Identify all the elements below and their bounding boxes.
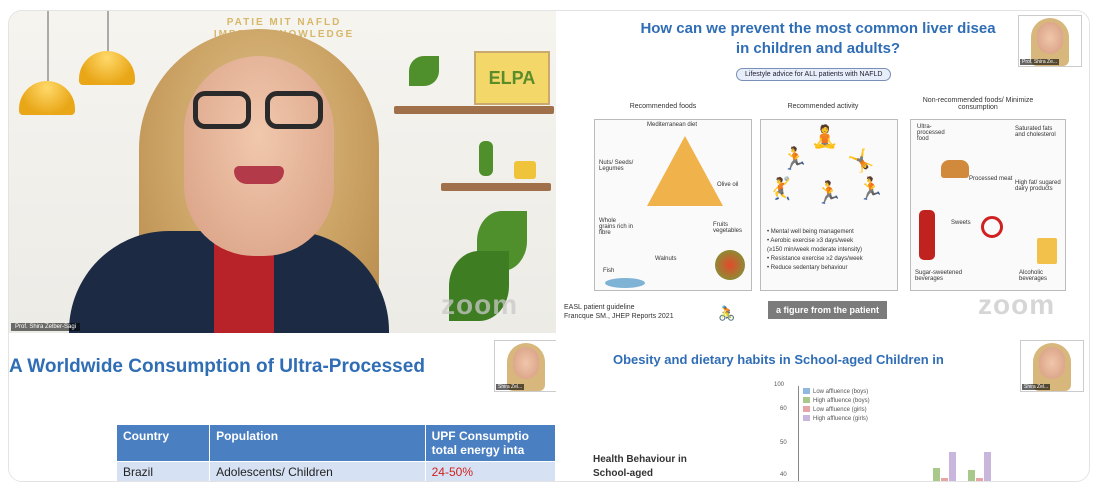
cell-population: Adolescents/ Children [209, 461, 426, 481]
pendant-lamp [79, 51, 135, 85]
cell-country: Brazil [115, 461, 211, 481]
wall-shelf [394, 106, 554, 114]
shared-slide-liver[interactable]: How can we prevent the most common liver… [558, 11, 1089, 333]
bar [949, 452, 956, 481]
speaker-glasses [189, 91, 329, 131]
participant-name-tag: Prof. Shira Zelber-Sagi [11, 323, 81, 331]
bar [984, 452, 991, 481]
lamp-cord [107, 11, 109, 51]
shared-slide-obesity[interactable]: Obesity and dietary habits in School-age… [558, 338, 1089, 481]
elpa-logo: ELPA [474, 51, 550, 105]
citation: EASL patient guideline Francque SM., JHE… [564, 304, 674, 320]
zoom-watermark: zoom [978, 289, 1056, 320]
recommended-activity-box: 🧘 🏃 🤸 🤾 🏃 🏃 • Mental well being manageme… [760, 119, 898, 291]
y-tick: 40 [780, 472, 787, 478]
table-header-row: Country Population UPF Consumptio total … [115, 424, 556, 462]
bar [933, 468, 940, 481]
speaker-video-tile[interactable]: PATIE MIT NAFLD IMPROV KNOWLEDGE 022 ELP… [9, 11, 556, 333]
col-population: Population [209, 424, 426, 462]
mug [514, 161, 536, 179]
bicycle-icon: 🚴 [718, 305, 736, 321]
cell-upf: 24-50% [424, 461, 556, 481]
beer-image [1037, 238, 1057, 264]
y-axis [798, 386, 799, 481]
table-row: Brazil Adolescents/ Children 24-50% [115, 461, 556, 481]
health-behaviour-label: Health Behaviour in School-aged [593, 454, 687, 479]
presenter-thumbnail[interactable]: Shira Zel... [1020, 340, 1084, 392]
zoom-gallery: PATIE MIT NAFLD IMPROV KNOWLEDGE 022 ELP… [8, 10, 1090, 482]
slide-title: Obesity and dietary habits in School-age… [613, 352, 944, 367]
col-head-recommended-activity: Recommended activity [787, 103, 859, 110]
y-tick: 100 [774, 382, 785, 388]
lifestyle-pill: Lifestyle advice for ALL patients with N… [736, 68, 892, 81]
speaker-mouth [234, 166, 284, 184]
recommended-foods-box: Mediterranean diet Nuts/ Seeds/ Legumes … [594, 119, 752, 291]
plant [409, 56, 439, 86]
wall-shelf [441, 183, 551, 191]
non-recommended-box: Ultra-processed food Saturated fats and … [910, 119, 1066, 291]
no-smoking-icon [981, 216, 1003, 238]
y-tick: 60 [780, 406, 787, 412]
slide-title: How can we prevent the most common liver… [640, 20, 996, 57]
col-upf: UPF Consumptio total energy inta [424, 424, 556, 462]
zoom-watermark: zoom [441, 289, 519, 320]
lamp-cord [47, 11, 49, 81]
fish-image [605, 278, 645, 288]
figure-from-patient-label: a figure from the patient [768, 301, 888, 319]
vegetables-image [715, 250, 745, 280]
activity-list: • Mental well being management • Aerobic… [767, 229, 863, 271]
col-head-non-recommended: Non-recommended foods/ Minimize consumpt… [922, 97, 1034, 111]
burger-image [941, 160, 969, 178]
food-pyramid [647, 136, 723, 206]
soda-bottle [919, 210, 935, 260]
presenter-thumbnail[interactable]: Prof. Shira Ze... [1018, 15, 1082, 67]
col-country: Country [115, 424, 211, 462]
presenter-thumbnail[interactable]: Shira Zel... [494, 340, 556, 392]
cactus [479, 141, 493, 176]
bar [968, 470, 975, 481]
speaker-face [184, 56, 334, 256]
pendant-lamp [19, 81, 75, 115]
obesity-chart: 100 60 50 40 Low affluence (boys) High a… [768, 378, 998, 481]
y-tick: 50 [780, 440, 787, 446]
slide-title: A Worldwide Consumption of Ultra-Process… [9, 356, 425, 377]
shared-slide-upf[interactable]: A Worldwide Consumption of Ultra-Process… [9, 338, 556, 481]
chart-legend: Low affluence (boys) High affluence (boy… [803, 388, 870, 424]
col-head-recommended-foods: Recommended foods [629, 103, 697, 110]
upf-table: Country Population UPF Consumptio total … [115, 424, 556, 481]
